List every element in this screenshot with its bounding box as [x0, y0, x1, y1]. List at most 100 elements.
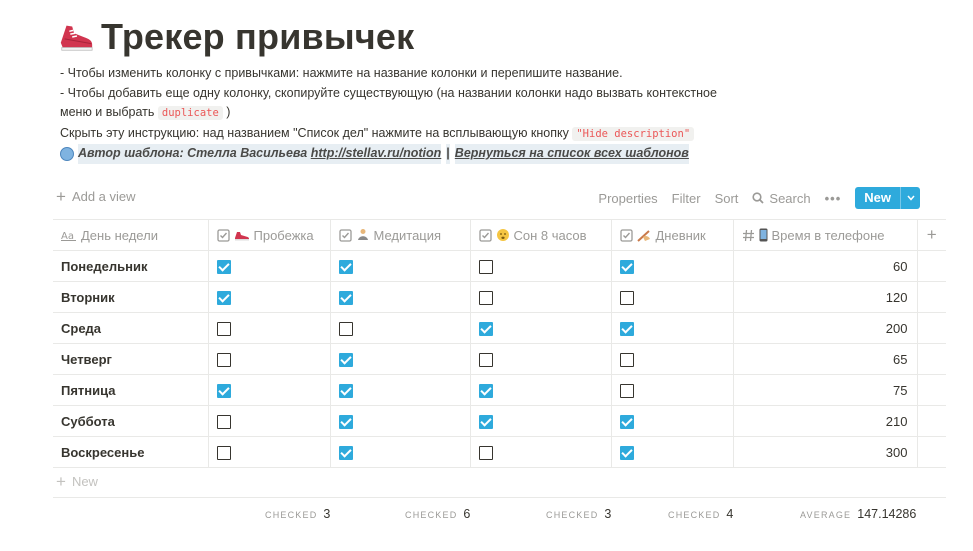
back-to-templates-link[interactable]: Вернуться на список всех шаблонов	[454, 144, 689, 164]
day-cell[interactable]: Воскресенье	[53, 436, 209, 468]
shoe-emoji-icon	[234, 229, 250, 241]
column-header-run[interactable]: Пробежка	[208, 219, 331, 251]
globe-icon	[60, 146, 74, 161]
text-property-icon: Aa	[61, 229, 77, 241]
empty-cell	[917, 250, 946, 282]
habits-table: Aa День недели Пробежка Медитация Сон 8 …	[53, 219, 946, 468]
checkbox-cell	[611, 436, 734, 468]
checkbox-unchecked[interactable]	[619, 383, 634, 398]
checkbox-checked[interactable]	[338, 445, 353, 460]
checkbox-unchecked[interactable]	[478, 290, 493, 305]
checkbox-cell	[611, 250, 734, 282]
phone-time-cell[interactable]: 210	[733, 405, 918, 437]
table-row[interactable]: Четверг 65	[53, 343, 946, 375]
checkbox-cell	[208, 250, 331, 282]
checkbox-checked[interactable]	[338, 383, 353, 398]
day-cell[interactable]: Пятница	[53, 374, 209, 406]
calc-meditation[interactable]: CHECKED 6	[405, 507, 470, 521]
checkbox-checked[interactable]	[478, 321, 493, 336]
checkbox-unchecked[interactable]	[216, 414, 231, 429]
checkbox-unchecked[interactable]	[478, 259, 493, 274]
checkbox-checked[interactable]	[216, 259, 231, 274]
add-view-button[interactable]: + Add a view	[56, 188, 136, 205]
sleep-emoji-icon	[496, 228, 510, 242]
checkbox-checked[interactable]	[216, 383, 231, 398]
inline-code-hide-description: "Hide description"	[572, 126, 695, 141]
divider	[53, 497, 946, 498]
checkbox-cell	[208, 374, 331, 406]
phone-time-cell[interactable]: 60	[733, 250, 918, 282]
checkbox-property-icon	[619, 228, 633, 242]
more-options-button[interactable]: •••	[825, 191, 842, 206]
add-column-button[interactable]: +	[917, 219, 946, 251]
column-header-phone-time[interactable]: Время в телефоне	[733, 219, 918, 251]
checkbox-checked[interactable]	[478, 383, 493, 398]
checkbox-unchecked[interactable]	[478, 445, 493, 460]
new-button[interactable]: New	[855, 187, 920, 209]
checkbox-checked[interactable]	[619, 445, 634, 460]
checkbox-unchecked[interactable]	[619, 352, 634, 367]
calculation-row: CHECKED 3 CHECKED 6 CHECKED 3 CHECKED 4 …	[0, 507, 973, 525]
day-cell[interactable]: Понедельник	[53, 250, 209, 282]
checkbox-cell	[330, 436, 471, 468]
table-row[interactable]: Среда 200	[53, 312, 946, 344]
table-row[interactable]: Вторник 120	[53, 281, 946, 313]
checkbox-checked[interactable]	[216, 290, 231, 305]
page-header: Трекер привычек	[57, 12, 414, 62]
day-cell[interactable]: Суббота	[53, 405, 209, 437]
column-header-day[interactable]: Aa День недели	[53, 219, 209, 251]
calc-journal[interactable]: CHECKED 4	[668, 507, 733, 521]
checkbox-unchecked[interactable]	[216, 445, 231, 460]
phone-time-cell[interactable]: 120	[733, 281, 918, 313]
checkbox-cell	[208, 436, 331, 468]
author-link[interactable]: http://stellav.ru/notion	[310, 144, 442, 164]
checkbox-cell	[330, 343, 471, 375]
checkbox-checked[interactable]	[478, 414, 493, 429]
checkbox-checked[interactable]	[338, 352, 353, 367]
table-row[interactable]: Понедельник 60	[53, 250, 946, 282]
new-row-button[interactable]: + New	[56, 473, 98, 490]
phone-time-cell[interactable]: 65	[733, 343, 918, 375]
chevron-down-icon[interactable]	[900, 187, 920, 209]
table-row[interactable]: Пятница 75	[53, 374, 946, 406]
empty-cell	[917, 281, 946, 313]
calc-phone-time[interactable]: AVERAGE 147.14286	[800, 507, 916, 521]
author-line: Автор шаблона: Стелла Васильева http://s…	[60, 144, 780, 164]
checkbox-checked[interactable]	[619, 414, 634, 429]
checkbox-property-icon	[216, 228, 230, 242]
table-row[interactable]: Воскресенье 300	[53, 436, 946, 468]
checkbox-unchecked[interactable]	[619, 290, 634, 305]
checkbox-checked[interactable]	[338, 414, 353, 429]
checkbox-cell	[611, 343, 734, 375]
checkbox-checked[interactable]	[338, 259, 353, 274]
day-cell[interactable]: Четверг	[53, 343, 209, 375]
calc-sleep[interactable]: CHECKED 3	[546, 507, 611, 521]
day-cell[interactable]: Среда	[53, 312, 209, 344]
checkbox-checked[interactable]	[338, 290, 353, 305]
phone-time-cell[interactable]: 200	[733, 312, 918, 344]
instruction-line-1: - Чтобы изменить колонку с привычками: н…	[60, 66, 623, 80]
column-header-sleep[interactable]: Сон 8 часов	[470, 219, 612, 251]
checkbox-unchecked[interactable]	[216, 321, 231, 336]
sort-button[interactable]: Sort	[715, 191, 739, 206]
column-header-meditation[interactable]: Медитация	[330, 219, 471, 251]
day-cell[interactable]: Вторник	[53, 281, 209, 313]
calc-run[interactable]: CHECKED 3	[265, 507, 330, 521]
properties-button[interactable]: Properties	[598, 191, 657, 206]
filter-button[interactable]: Filter	[672, 191, 701, 206]
writing-hand-emoji-icon	[636, 229, 652, 242]
instruction-line-2: - Чтобы добавить еще одну колонку, скопи…	[60, 85, 717, 100]
checkbox-unchecked[interactable]	[338, 321, 353, 336]
search-button[interactable]: Search	[752, 191, 811, 206]
checkbox-cell	[470, 312, 612, 344]
instruction-line-3: Скрыть эту инструкцию: над названием "Сп…	[60, 124, 780, 145]
column-header-journal[interactable]: Дневник	[611, 219, 734, 251]
phone-time-cell[interactable]: 75	[733, 374, 918, 406]
separator: |	[446, 144, 450, 164]
checkbox-checked[interactable]	[619, 259, 634, 274]
checkbox-unchecked[interactable]	[478, 352, 493, 367]
checkbox-unchecked[interactable]	[216, 352, 231, 367]
table-row[interactable]: Суббота 210	[53, 405, 946, 437]
phone-time-cell[interactable]: 300	[733, 436, 918, 468]
checkbox-checked[interactable]	[619, 321, 634, 336]
